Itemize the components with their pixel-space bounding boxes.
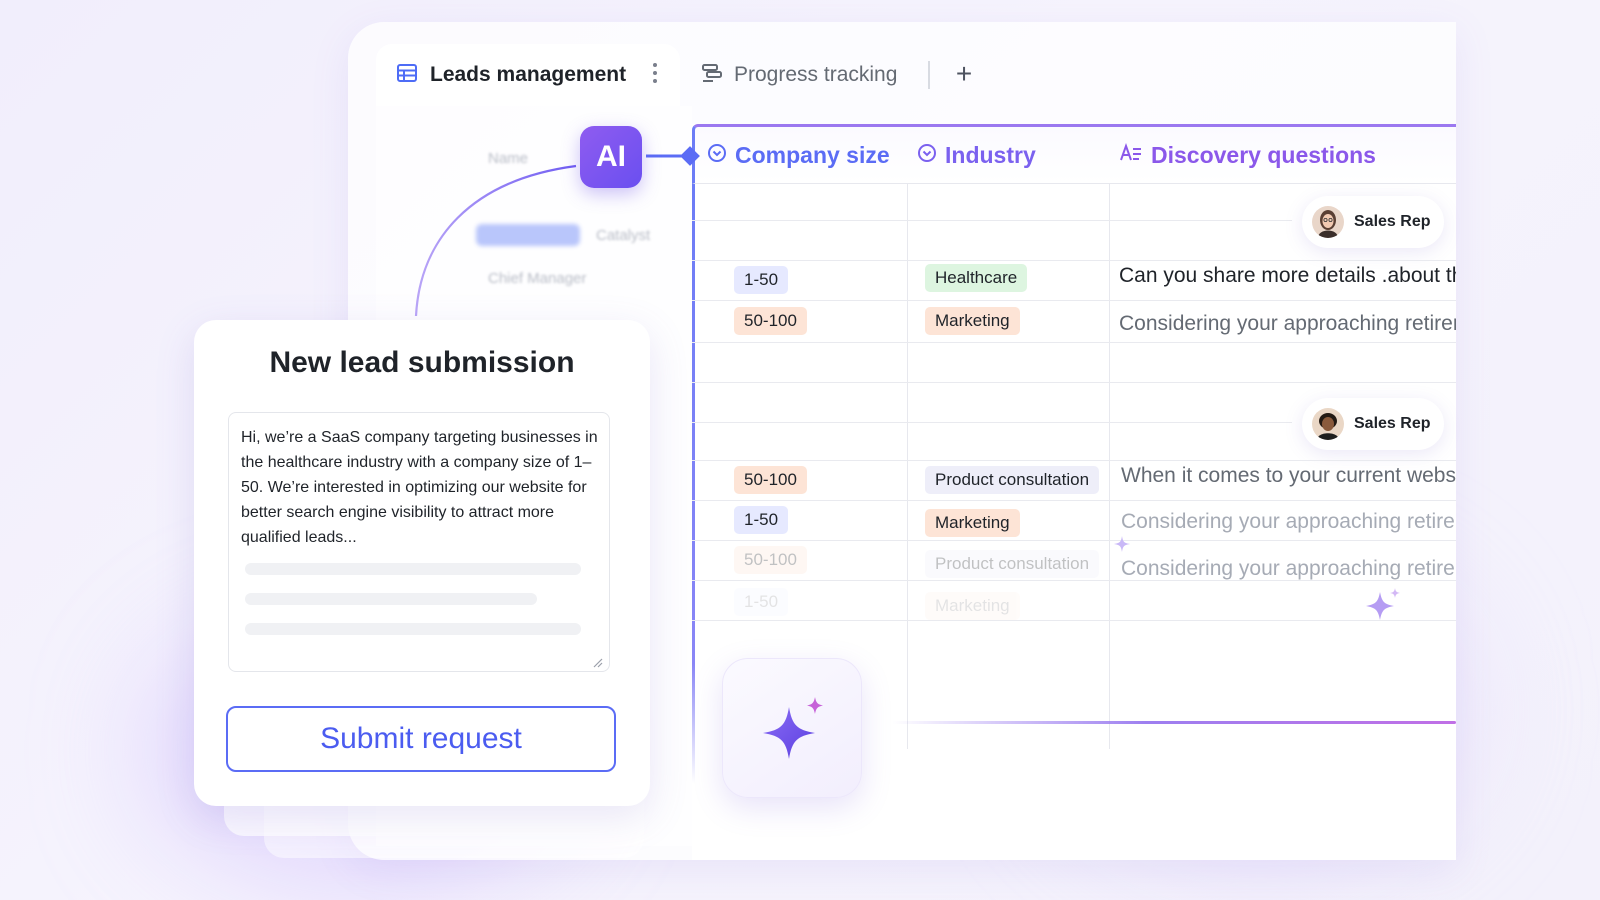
row-divider: [692, 382, 1456, 383]
row-divider: [692, 500, 1456, 501]
ai-selection-rule: [692, 184, 695, 784]
new-lead-form: New lead submission Hi, we’re a SaaS com…: [194, 320, 650, 806]
industry-pill: Product consultation: [925, 550, 1100, 578]
industry-pill: Marketing: [925, 307, 1020, 335]
lead-message-text: Hi, we’re a SaaS company targeting busin…: [241, 429, 598, 546]
stack-icon: [700, 62, 724, 89]
tab-leads-management[interactable]: Leads management: [376, 44, 680, 106]
company-size-pill: 50-100: [734, 466, 807, 494]
sales-rep-label: Sales Rep: [1354, 415, 1431, 432]
tab-label: Leads management: [430, 63, 627, 86]
row-divider: [692, 460, 1456, 461]
tab-progress-tracking[interactable]: Progress tracking: [700, 44, 897, 106]
skeleton-line: [245, 623, 581, 635]
sales-rep-label: Sales Rep: [1354, 213, 1431, 230]
company-size-pill: 50-100: [734, 546, 807, 574]
ghost-subtitle: Chief Manager: [488, 270, 587, 287]
discovery-question: Considering your approaching retirement: [1121, 510, 1456, 533]
ai-progress-line: [892, 721, 1456, 724]
column-label: Discovery questions: [1151, 142, 1376, 168]
row-divider: [692, 300, 1456, 301]
table-header: Company size Industry Discovery question…: [692, 124, 1456, 184]
industry-pill: Marketing: [925, 509, 1020, 537]
tab-divider: [928, 61, 930, 89]
company-size-pill: 1-50: [734, 588, 789, 616]
company-size-pill: 1-50: [734, 266, 789, 294]
ghost-tag-bar: [476, 224, 580, 246]
row-divider: [692, 540, 1456, 541]
column-divider: [907, 184, 908, 749]
row-divider: [692, 220, 1292, 221]
row-divider: [692, 342, 1456, 343]
avatar: [1312, 408, 1344, 440]
resize-handle-icon[interactable]: [593, 655, 603, 668]
row-divider: [692, 422, 1292, 423]
ai-badge: AI: [580, 126, 642, 188]
discovery-question: Can you share more details .about the: [1119, 264, 1456, 287]
skeleton-line: [245, 593, 537, 605]
skeleton-line: [245, 563, 581, 575]
industry-pill: Marketing: [925, 592, 1020, 620]
row-divider: [692, 260, 1456, 261]
company-size-pill: 1-50: [734, 506, 789, 534]
discovery-question: When it comes to your current website: [1121, 464, 1456, 487]
more-vertical-icon[interactable]: [652, 63, 658, 83]
row-divider: [692, 580, 1456, 581]
table-icon: [396, 62, 418, 89]
add-tab-button[interactable]: +: [946, 56, 982, 92]
submit-request-button[interactable]: Submit request: [226, 706, 616, 772]
tab-strip: Leads management Progress tracking +: [348, 44, 1456, 106]
sparkle-icon: [757, 693, 833, 774]
ai-sparkle-tile: [722, 658, 862, 798]
column-company-size[interactable]: Company size: [707, 127, 890, 184]
discovery-question: Considering your approaching retirement: [1121, 557, 1456, 580]
company-size-pill: 50-100: [734, 307, 807, 335]
sparkle-icon: [1364, 586, 1404, 631]
industry-pill: Healthcare: [925, 264, 1028, 292]
row-divider: [692, 620, 1456, 621]
column-discovery-questions[interactable]: Discovery questions: [1119, 127, 1376, 184]
ghost-tag: Catalyst: [596, 227, 651, 244]
column-label: Company size: [735, 142, 890, 168]
column-divider: [1109, 184, 1110, 749]
ghost-header: Name: [488, 150, 529, 167]
column-label: Industry: [945, 142, 1036, 168]
form-title: New lead submission: [269, 346, 575, 379]
lead-message-textarea[interactable]: Hi, we’re a SaaS company targeting busin…: [228, 412, 610, 672]
tab-label: Progress tracking: [734, 63, 898, 86]
sales-rep-chip[interactable]: Sales Rep: [1302, 196, 1445, 248]
single-select-icon: [917, 143, 937, 168]
avatar: [1312, 206, 1344, 238]
discovery-question: Considering your approaching retirement: [1119, 312, 1456, 335]
column-industry[interactable]: Industry: [917, 127, 1036, 184]
industry-pill: Product consultation: [925, 466, 1100, 494]
sparkle-icon: [1114, 536, 1130, 557]
sales-rep-chip[interactable]: Sales Rep: [1302, 398, 1445, 450]
ai-text-icon: [1119, 143, 1143, 168]
single-select-icon: [707, 143, 727, 168]
